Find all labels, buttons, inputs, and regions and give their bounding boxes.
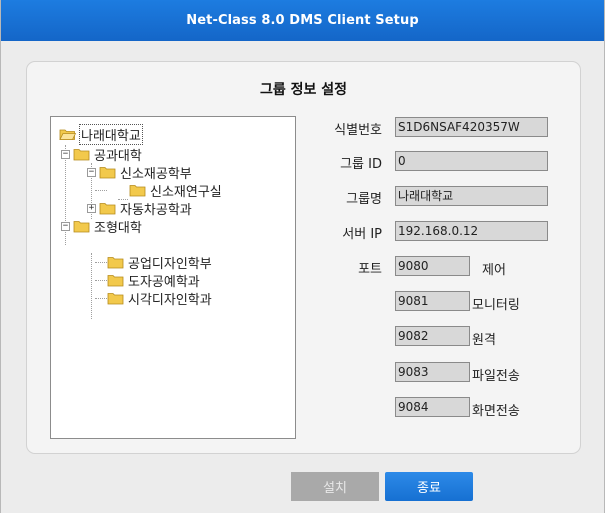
group-name-field[interactable]: 나래대학교	[395, 186, 548, 206]
port-screen-transfer-field[interactable]: 9084	[395, 397, 470, 417]
folder-icon	[99, 167, 116, 179]
port-label: 포트	[358, 262, 382, 277]
port-control-field[interactable]: 9080	[395, 256, 470, 276]
collapse-icon[interactable]: −	[61, 149, 70, 159]
server-ip-label: 서버 IP	[342, 227, 382, 242]
port-file-transfer-field[interactable]: 9083	[395, 362, 470, 382]
port-control-label: 제어	[482, 263, 506, 278]
setup-window: Net-Class 8.0 DMS Client Setup 그룹 정보 설정 …	[0, 0, 605, 513]
tree-node-materials-lab[interactable]: 신소재연구실	[129, 181, 222, 200]
tree-node-materials-dept[interactable]: − 신소재공학부	[87, 163, 192, 182]
tree-node-label: 신소재공학부	[120, 166, 192, 182]
folder-icon	[73, 221, 90, 233]
tree-connector	[95, 280, 107, 281]
folder-icon	[129, 185, 146, 197]
tree-node-design-college[interactable]: − 조형대학	[61, 217, 142, 236]
folder-icon	[99, 203, 116, 215]
tree-connector	[91, 253, 92, 319]
folder-icon	[107, 275, 124, 287]
tree-node-industrial-design[interactable]: 공업디자인학부	[107, 253, 212, 272]
panel-title: 그룹 정보 설정	[259, 82, 348, 98]
tree-node-label: 신소재연구실	[150, 184, 222, 200]
tree-node-label: 조형대학	[94, 220, 142, 236]
group-id-label: 그룹 ID	[340, 157, 382, 172]
tree-node-label: 공과대학	[94, 148, 142, 164]
port-remote-label: 원격	[472, 333, 496, 348]
tree-node-visual-design[interactable]: 시각디자인학과	[107, 289, 212, 308]
id-label: 식별번호	[334, 123, 382, 138]
port-remote-field[interactable]: 9082	[395, 326, 470, 346]
server-ip-field[interactable]: 192.168.0.12	[395, 221, 548, 241]
group-id-field[interactable]: 0	[395, 151, 548, 171]
window-titlebar: Net-Class 8.0 DMS Client Setup	[1, 0, 604, 41]
port-screen-transfer-label: 화면전송	[472, 404, 520, 419]
tree-node-label: 시각디자인학과	[128, 292, 212, 308]
tree-connector	[95, 298, 107, 299]
folder-icon	[73, 149, 90, 161]
port-monitoring-label: 모니터링	[472, 298, 520, 313]
tree-node-engineering[interactable]: − 공과대학	[61, 145, 142, 164]
collapse-icon[interactable]: −	[61, 221, 70, 231]
expand-icon[interactable]: +	[87, 203, 96, 213]
exit-button[interactable]: 종료	[385, 472, 473, 501]
id-field[interactable]: S1D6NSAF420357W	[395, 117, 548, 137]
group-name-label: 그룹명	[346, 192, 382, 207]
tree-connector	[95, 190, 107, 191]
tree-node-ceramics[interactable]: 도자공예학과	[107, 271, 200, 290]
collapse-icon[interactable]: −	[87, 167, 96, 177]
port-file-transfer-label: 파일전송	[472, 369, 520, 384]
folder-icon	[107, 293, 124, 305]
folder-icon	[107, 257, 124, 269]
tree-node-root[interactable]: 나래대학교	[59, 123, 143, 145]
tree-connector	[95, 262, 107, 263]
group-tree[interactable]: 나래대학교 − 공과대학 − 신소재공학부 신소재연구실 + 자동차공학과 − …	[50, 116, 296, 439]
tree-node-label: 자동차공학과	[120, 202, 192, 218]
group-info-panel: 그룹 정보 설정 나래대학교 − 공과대학 − 신소재공학부 신소재연구실 + …	[26, 61, 581, 454]
port-monitoring-field[interactable]: 9081	[395, 291, 470, 311]
window-title: Net-Class 8.0 DMS Client Setup	[186, 13, 419, 28]
tree-node-label: 나래대학교	[79, 123, 143, 145]
folder-open-icon	[59, 129, 76, 140]
install-button[interactable]: 설치	[291, 472, 379, 501]
tree-node-label: 공업디자인학부	[128, 256, 212, 272]
tree-node-automotive[interactable]: + 자동차공학과	[87, 199, 192, 218]
tree-node-label: 도자공예학과	[128, 274, 200, 290]
